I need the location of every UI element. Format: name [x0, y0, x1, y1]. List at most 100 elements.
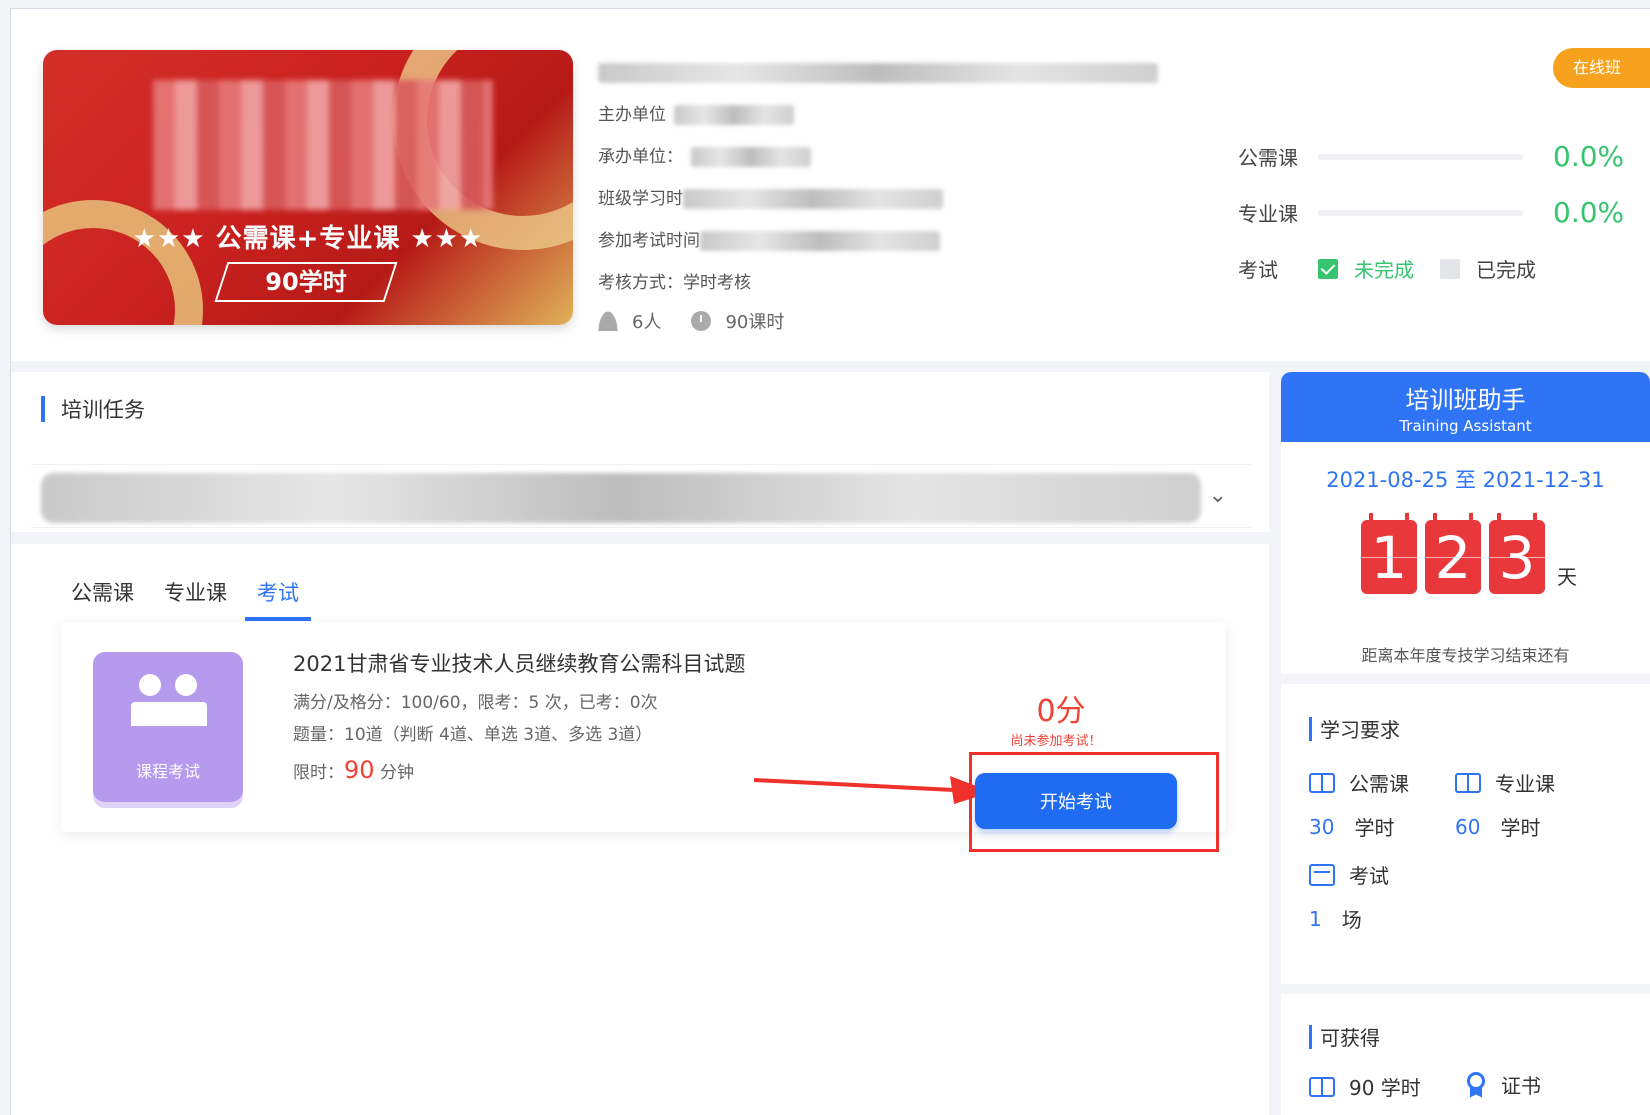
req-exam-count-unit: 场 — [1341, 908, 1362, 932]
course-info: 主办单位 承办单位： 班级学习时 参加考试时间 考核方式：学时考核 6人 90课… — [598, 52, 1158, 334]
training-task-panel: 培训任务 ⌄ 公需课 专业课 考试 课程考试 2021甘肃省专业技术人员继续教育… — [11, 372, 1269, 1115]
pro-course-progress: 专业课 0.0% — [1238, 196, 1624, 229]
req-pro-course: 专业课 — [1455, 768, 1555, 797]
req-pro-hours-value: 60 — [1455, 814, 1481, 839]
time-limit-value: 90 — [344, 756, 375, 784]
person-icon — [598, 311, 618, 331]
blurred-organizer — [691, 147, 811, 167]
exam-question-count: 题量：10道（判断 4道、单选 3道、多选 3道） — [293, 725, 653, 745]
study-time-row: 班级学习时 — [598, 178, 1158, 220]
assistant-header: 培训班助手 Training Assistant — [1281, 372, 1650, 442]
req-pro-hours-unit: 学时 — [1500, 816, 1541, 840]
section-accent-bar — [41, 396, 45, 422]
blurred-study-time — [683, 189, 943, 209]
clock-icon — [691, 311, 712, 331]
days-unit: 天 — [1557, 565, 1577, 589]
exam-time-row: 参加考试时间 — [598, 220, 1158, 262]
cover-hours-frame: 90学时 — [214, 262, 398, 302]
red-arrow-annotation — [754, 776, 992, 804]
exam-status-label: 考试 — [1238, 258, 1278, 282]
req-public-label: 公需课 — [1349, 772, 1409, 796]
public-progress-label: 公需课 — [1238, 146, 1298, 170]
section-divider — [11, 532, 1269, 544]
req-exam-count-value: 1 — [1309, 906, 1322, 931]
host-unit-row: 主办单位 — [598, 94, 1158, 136]
exam-status-row: 考试 未完成 已完成 — [1238, 254, 1536, 283]
countdown-digit: 3 — [1489, 513, 1545, 594]
exam-score-info: 满分/及格分：100/60，限考：5 次，已考：0次 — [293, 693, 658, 713]
exam-icon-label: 课程考试 — [135, 762, 200, 781]
exam-not-joined-text: 尚未参加考试！ — [1010, 734, 1102, 749]
cover-title: ★★★ 公需课+专业课 ★★★ — [132, 224, 484, 254]
obtainable-card: 可获得 90 学时 证书 — [1281, 994, 1650, 1115]
requirements-accent-bar — [1309, 716, 1312, 741]
tab-exam[interactable]: 考试 — [245, 577, 311, 621]
blurred-course-name — [598, 63, 1158, 83]
time-limit-unit: 分钟 — [379, 763, 414, 783]
certificate-text: 证书 — [1501, 1074, 1541, 1098]
pro-progress-percent: 0.0% — [1553, 196, 1625, 229]
calendar-icon — [1309, 863, 1335, 886]
learning-requirements-card: 学习要求 公需课 专业课 30 学时 60 学时 考试 1 场 — [1281, 684, 1650, 984]
complete-text: 已完成 — [1476, 258, 1536, 282]
training-task-header: 培训任务 — [41, 394, 145, 424]
req-exam-label: 考试 — [1349, 864, 1389, 888]
pro-progress-bar — [1318, 209, 1523, 216]
req-exam: 考试 — [1309, 860, 1389, 889]
exam-title: 2021甘肃省专业技术人员继续教育公需科目试题 — [293, 652, 746, 676]
medal-icon — [1465, 1071, 1487, 1098]
req-public-hours-value: 30 — [1309, 814, 1335, 839]
assessment-label: 考核方式：学时考核 — [598, 273, 751, 293]
task-tabs: 公需课 专业课 考试 — [71, 577, 329, 621]
assessment-row: 考核方式：学时考核 — [598, 262, 1158, 304]
blurred-host-unit — [674, 105, 794, 125]
start-exam-button[interactable]: 开始考试 — [975, 773, 1177, 829]
person-head-1 — [139, 674, 161, 696]
assistant-subtitle: Training Assistant — [1399, 417, 1532, 435]
study-time-label: 班级学习时 — [598, 189, 683, 209]
req-exam-count: 1 场 — [1309, 904, 1362, 933]
chevron-down-icon[interactable]: ⌄ — [1209, 483, 1227, 508]
book-icon — [1455, 772, 1481, 793]
obtainable-header: 可获得 — [1309, 1022, 1380, 1051]
book-icon — [1309, 1076, 1335, 1097]
course-name-row — [598, 52, 1158, 94]
req-pro-hours: 60 学时 — [1455, 812, 1540, 841]
book-icon — [1309, 772, 1335, 793]
cover-blurred-title — [153, 80, 493, 210]
requirements-header: 学习要求 — [1309, 714, 1400, 743]
tab-public-course[interactable]: 公需课 — [71, 577, 134, 621]
exam-score: 0分 — [1036, 694, 1086, 729]
course-hours: 90课时 — [725, 312, 785, 333]
incomplete-text: 未完成 — [1354, 258, 1414, 282]
organizer-row: 承办单位： — [598, 136, 1158, 178]
countdown-digit: 1 — [1361, 513, 1417, 594]
blurred-course-selector — [41, 473, 1201, 523]
obtainable-hours-text: 90 学时 — [1349, 1076, 1421, 1100]
req-public-hours: 30 学时 — [1309, 812, 1394, 841]
course-selector[interactable]: ⌄ — [31, 464, 1251, 528]
online-class-badge: 在线班 — [1553, 48, 1650, 88]
page: ★★★ 公需课+专业课 ★★★ 90学时 主办单位 承办单位： 班级学习时 参加… — [0, 0, 1650, 1115]
obtainable-hours: 90 学时 — [1309, 1072, 1421, 1101]
time-limit-label: 限时： — [293, 763, 344, 783]
remaining-text: 距离本年度专技学习结束还有 — [1361, 646, 1570, 665]
public-progress-bar — [1318, 153, 1523, 160]
desk-shape — [131, 702, 207, 726]
days-countdown: 1 2 3 天 — [1361, 513, 1577, 594]
training-date-range: 2021-08-25 至 2021-12-31 — [1326, 468, 1605, 492]
requirements-title: 学习要求 — [1320, 718, 1400, 742]
req-public-course: 公需课 — [1309, 768, 1409, 797]
student-count: 6人 — [632, 312, 662, 333]
course-cover-image: ★★★ 公需课+专业课 ★★★ 90学时 — [43, 50, 573, 325]
req-pro-label: 专业课 — [1495, 772, 1555, 796]
exam-time-limit: 限时：90 分钟 — [293, 756, 414, 784]
organizer-label: 承办单位： — [598, 147, 683, 167]
countdown-digit: 2 — [1425, 513, 1481, 594]
tab-pro-course[interactable]: 专业课 — [164, 577, 227, 621]
incomplete-check-icon — [1318, 258, 1338, 279]
public-course-progress: 公需课 0.0% — [1238, 140, 1624, 173]
assistant-title: 培训班助手 — [1405, 386, 1526, 414]
host-unit-label: 主办单位 — [598, 105, 666, 125]
person-head-2 — [175, 674, 197, 696]
